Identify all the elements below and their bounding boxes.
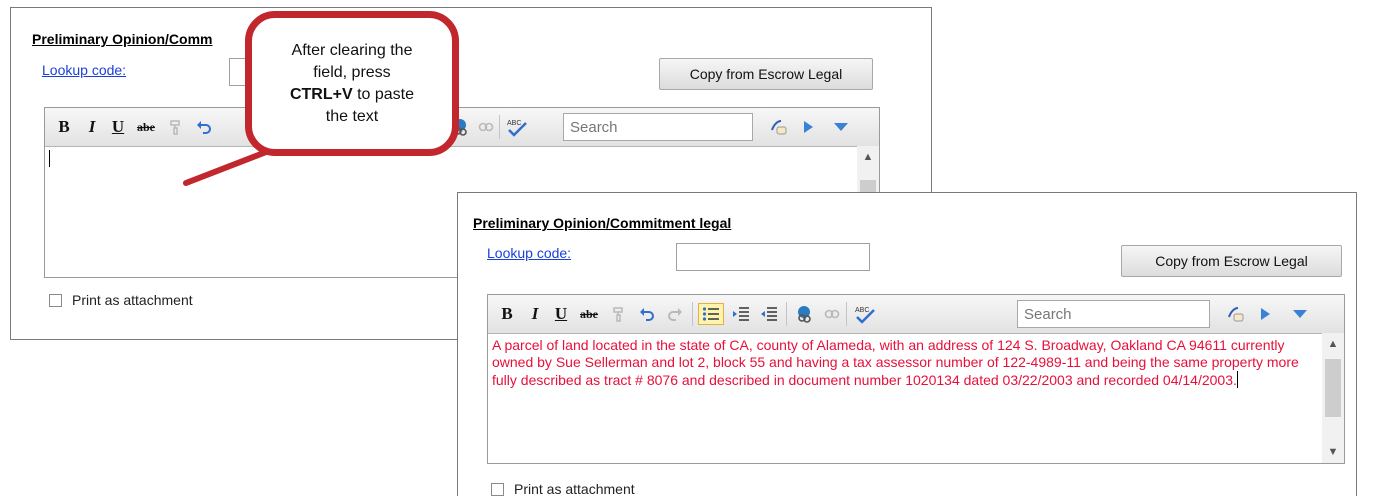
instruction-callout: After clearing the field, press CTRL+V t… xyxy=(245,11,459,156)
callout-line-3: to paste xyxy=(352,85,415,103)
callout-line-2: field, press xyxy=(313,63,391,81)
callout-pointer xyxy=(183,139,295,186)
callout-shortcut: CTRL+V xyxy=(289,85,353,103)
callout-line-4: the text xyxy=(325,107,379,125)
callout-line-1: After clearing the xyxy=(291,41,413,59)
